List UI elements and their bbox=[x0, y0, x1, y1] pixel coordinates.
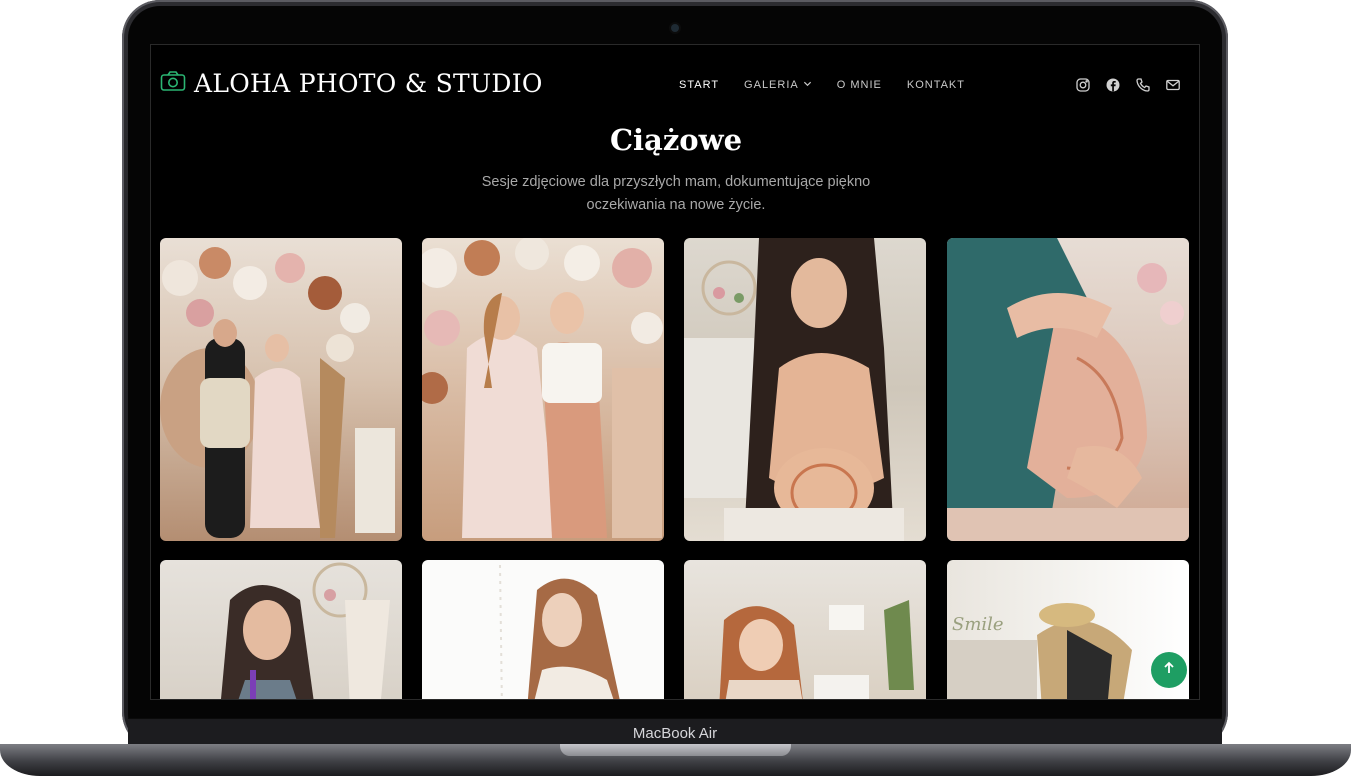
envelope-icon[interactable] bbox=[1165, 77, 1181, 93]
svg-text:Smile: Smile bbox=[952, 614, 1004, 635]
nav-o-mnie-label: O MNIE bbox=[836, 79, 882, 91]
arrow-up-icon bbox=[1162, 661, 1176, 680]
facebook-icon[interactable] bbox=[1105, 77, 1121, 93]
nav-kontakt[interactable]: KONTAKT bbox=[907, 79, 965, 91]
website-screen: ALOHA PHOTO & STUDIO START GALERIA O MNI… bbox=[150, 44, 1200, 700]
profile-woman-white-photo[interactable] bbox=[422, 560, 664, 699]
bare-belly-henna-photo[interactable] bbox=[684, 238, 926, 541]
phone-icon[interactable] bbox=[1135, 77, 1151, 93]
laptop-notch bbox=[560, 744, 791, 756]
nav-o-mnie[interactable]: O MNIE bbox=[837, 79, 882, 91]
camera-icon bbox=[160, 70, 186, 97]
lace-dress-belly-photo[interactable] bbox=[947, 238, 1189, 541]
two-women-balloons-photo[interactable] bbox=[422, 238, 664, 541]
page-subtitle: Sesje zdjęciowe dla przyszłych mam, doku… bbox=[481, 174, 871, 213]
laptop-chin: MacBook Air bbox=[128, 718, 1222, 744]
page-title: Ciążowe bbox=[609, 123, 743, 157]
brand-logo[interactable]: ALOHA PHOTO & STUDIO bbox=[160, 69, 543, 98]
social-links bbox=[1075, 77, 1181, 93]
back-to-top-button[interactable] bbox=[1151, 652, 1187, 688]
nav-galeria[interactable]: GALERIA bbox=[744, 79, 812, 91]
nav-start[interactable]: START bbox=[679, 79, 719, 91]
couple-balloons-photo[interactable] bbox=[160, 238, 402, 541]
model-label: MacBook Air bbox=[632, 725, 718, 742]
brand-name: ALOHA PHOTO & STUDIO bbox=[194, 69, 543, 98]
main-nav: START GALERIA O MNIE KONTAKT bbox=[679, 79, 990, 91]
nav-kontakt-label: KONTAKT bbox=[906, 79, 965, 91]
nav-start-label: START bbox=[679, 79, 720, 91]
instagram-icon[interactable] bbox=[1075, 77, 1091, 93]
smiling-woman-photo[interactable] bbox=[160, 560, 402, 699]
site-header: ALOHA PHOTO & STUDIO START GALERIA O MNI… bbox=[151, 45, 1199, 129]
chevron-down-icon bbox=[803, 79, 812, 91]
nav-galeria-label: GALERIA bbox=[744, 79, 799, 91]
redhead-woman-photo[interactable] bbox=[684, 560, 926, 699]
webcam bbox=[671, 24, 679, 32]
laptop-mockup: ALOHA PHOTO & STUDIO START GALERIA O MNI… bbox=[0, 0, 1351, 776]
